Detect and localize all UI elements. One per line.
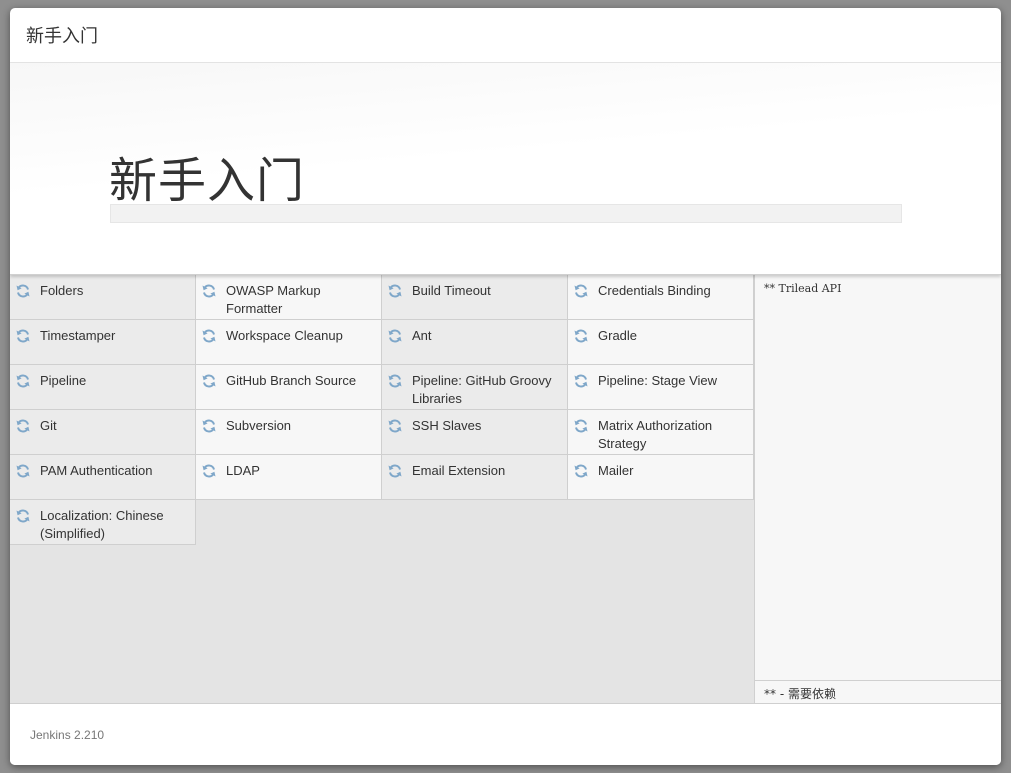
plugin-item: PAM Authentication: [10, 455, 196, 500]
refresh-icon: [387, 463, 403, 479]
plugin-item: Mailer: [568, 455, 754, 500]
setup-wizard-dialog: 新手入门 新手入门 Folders OWASP Markup Formatter B…: [10, 8, 1001, 765]
plugin-item: Pipeline: GitHub Groovy Libraries: [382, 365, 568, 410]
plugin-name: Pipeline: [40, 373, 87, 388]
plugin-name: Workspace Cleanup: [226, 328, 343, 343]
plugin-name: Subversion: [226, 418, 292, 433]
refresh-icon: [201, 283, 217, 299]
dialog-title: 新手入门: [26, 26, 98, 47]
plugin-item: Folders: [10, 275, 196, 320]
plugin-item: Email Extension: [382, 455, 568, 500]
plugin-name: Ant: [412, 328, 432, 343]
plugin-item: Build Timeout: [382, 275, 568, 320]
refresh-icon: [387, 373, 403, 389]
plugin-item: GitHub Branch Source: [196, 365, 382, 410]
plugin-item: Ant: [382, 320, 568, 365]
refresh-icon: [15, 373, 31, 389]
install-log-legend: ** - 需要依赖: [755, 680, 1001, 703]
plugin-name: Localization: Chinese (Simplified): [40, 508, 164, 541]
plugin-name: Mailer: [598, 463, 634, 478]
refresh-icon: [15, 418, 31, 434]
refresh-icon: [15, 463, 31, 479]
refresh-icon: [573, 283, 589, 299]
refresh-icon: [201, 373, 217, 389]
plugin-name: Folders: [40, 283, 84, 298]
refresh-icon: [15, 508, 31, 524]
plugin-item: Timestamper: [10, 320, 196, 365]
plugin-item: Gradle: [568, 320, 754, 365]
refresh-icon: [573, 373, 589, 389]
plugin-item: Localization: Chinese (Simplified): [10, 500, 196, 545]
page-heading: 新手入门: [109, 153, 306, 209]
install-area: Folders OWASP Markup Formatter Build Timeo…: [10, 275, 1001, 703]
plugin-name: Pipeline: Stage View: [598, 373, 718, 388]
plugin-name: OWASP Markup Formatter: [226, 283, 321, 316]
install-log-panel[interactable]: ** Trilead API ** - 需要依赖: [754, 275, 1001, 703]
refresh-icon: [201, 418, 217, 434]
plugin-item: Pipeline: [10, 365, 196, 410]
refresh-icon: [387, 283, 403, 299]
plugin-name: Gradle: [598, 328, 638, 343]
install-progress-bar: [110, 204, 902, 223]
plugin-item: Git: [10, 410, 196, 455]
install-log-text: ** Trilead API: [764, 282, 842, 295]
dialog-footer: Jenkins 2.210: [10, 703, 1001, 765]
plugin-name: SSH Slaves: [412, 418, 482, 433]
refresh-icon: [201, 463, 217, 479]
plugin-name: LDAP: [226, 463, 260, 478]
plugin-name: Credentials Binding: [598, 283, 711, 298]
plugin-item: OWASP Markup Formatter: [196, 275, 382, 320]
plugin-item: SSH Slaves: [382, 410, 568, 455]
plugin-item: Subversion: [196, 410, 382, 455]
refresh-icon: [573, 328, 589, 344]
plugin-item: Pipeline: Stage View: [568, 365, 754, 410]
refresh-icon: [387, 418, 403, 434]
refresh-icon: [201, 328, 217, 344]
jenkins-version: Jenkins 2.210: [30, 727, 105, 742]
plugin-name: Pipeline: GitHub Groovy Libraries: [412, 373, 552, 406]
plugin-name: Email Extension: [412, 463, 506, 478]
refresh-icon: [573, 418, 589, 434]
plugin-item: Workspace Cleanup: [196, 320, 382, 365]
plugin-name: PAM Authentication: [40, 463, 153, 478]
plugin-item: LDAP: [196, 455, 382, 500]
plugin-name: Matrix Authorization Strategy: [598, 418, 713, 451]
dialog-header: 新手入门: [10, 8, 1001, 63]
plugin-name: Build Timeout: [412, 283, 491, 298]
plugin-name: GitHub Branch Source: [226, 373, 357, 388]
plugin-item: Credentials Binding: [568, 275, 754, 320]
jumbotron: 新手入门: [10, 63, 1001, 275]
refresh-icon: [15, 283, 31, 299]
plugin-name: Timestamper: [40, 328, 116, 343]
refresh-icon: [387, 328, 403, 344]
refresh-icon: [573, 463, 589, 479]
plugin-item: Matrix Authorization Strategy: [568, 410, 754, 455]
refresh-icon: [15, 328, 31, 344]
plugin-name: Git: [40, 418, 57, 433]
plugin-grid: Folders OWASP Markup Formatter Build Timeo…: [10, 275, 754, 703]
plugin-list: Folders OWASP Markup Formatter Build Timeo…: [10, 275, 754, 545]
